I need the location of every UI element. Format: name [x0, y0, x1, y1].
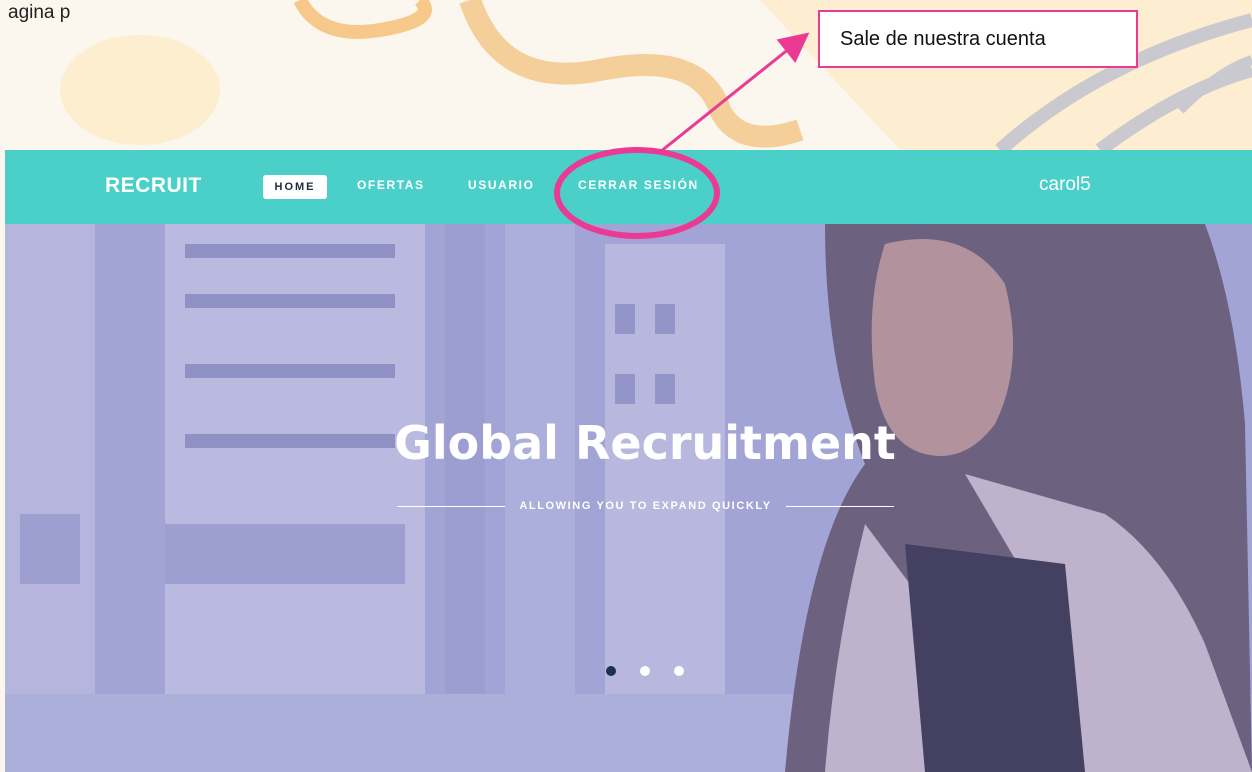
divider-left	[397, 505, 506, 507]
nav-ofertas[interactable]: OFERTAS	[357, 178, 425, 192]
annotation-callout: Sale de nuestra cuenta	[818, 10, 1138, 68]
hero-subtitle-row: ALLOWING YOU TO EXPAND QUICKLY	[397, 496, 894, 516]
carousel-indicators	[606, 666, 684, 676]
hero-title: Global Recruitment	[394, 416, 896, 470]
carousel-dot-1[interactable]	[606, 666, 616, 676]
carousel-dot-3[interactable]	[674, 666, 684, 676]
site-logo[interactable]: RECRUIT	[105, 174, 202, 198]
divider-right	[785, 505, 894, 507]
logged-in-username: carol5	[1039, 174, 1091, 195]
nav-home[interactable]: HOME	[263, 175, 327, 199]
annotation-callout-text: Sale de nuestra cuenta	[840, 27, 1046, 50]
carousel-dot-2[interactable]	[640, 666, 650, 676]
nav-cerrar-sesion[interactable]: CERRAR SESIÓN	[578, 178, 699, 192]
nav-usuario[interactable]: USUARIO	[468, 178, 535, 192]
slide-caption: agina p	[8, 2, 71, 23]
hero-subtitle: ALLOWING YOU TO EXPAND QUICKLY	[519, 500, 772, 512]
hero-carousel: Global Recruitment ALLOWING YOU TO EXPAN…	[5, 224, 1252, 772]
site-navbar: RECRUIT HOME OFERTAS USUARIO CERRAR SESI…	[5, 150, 1252, 224]
website-screenshot: RECRUIT HOME OFERTAS USUARIO CERRAR SESI…	[5, 150, 1252, 772]
